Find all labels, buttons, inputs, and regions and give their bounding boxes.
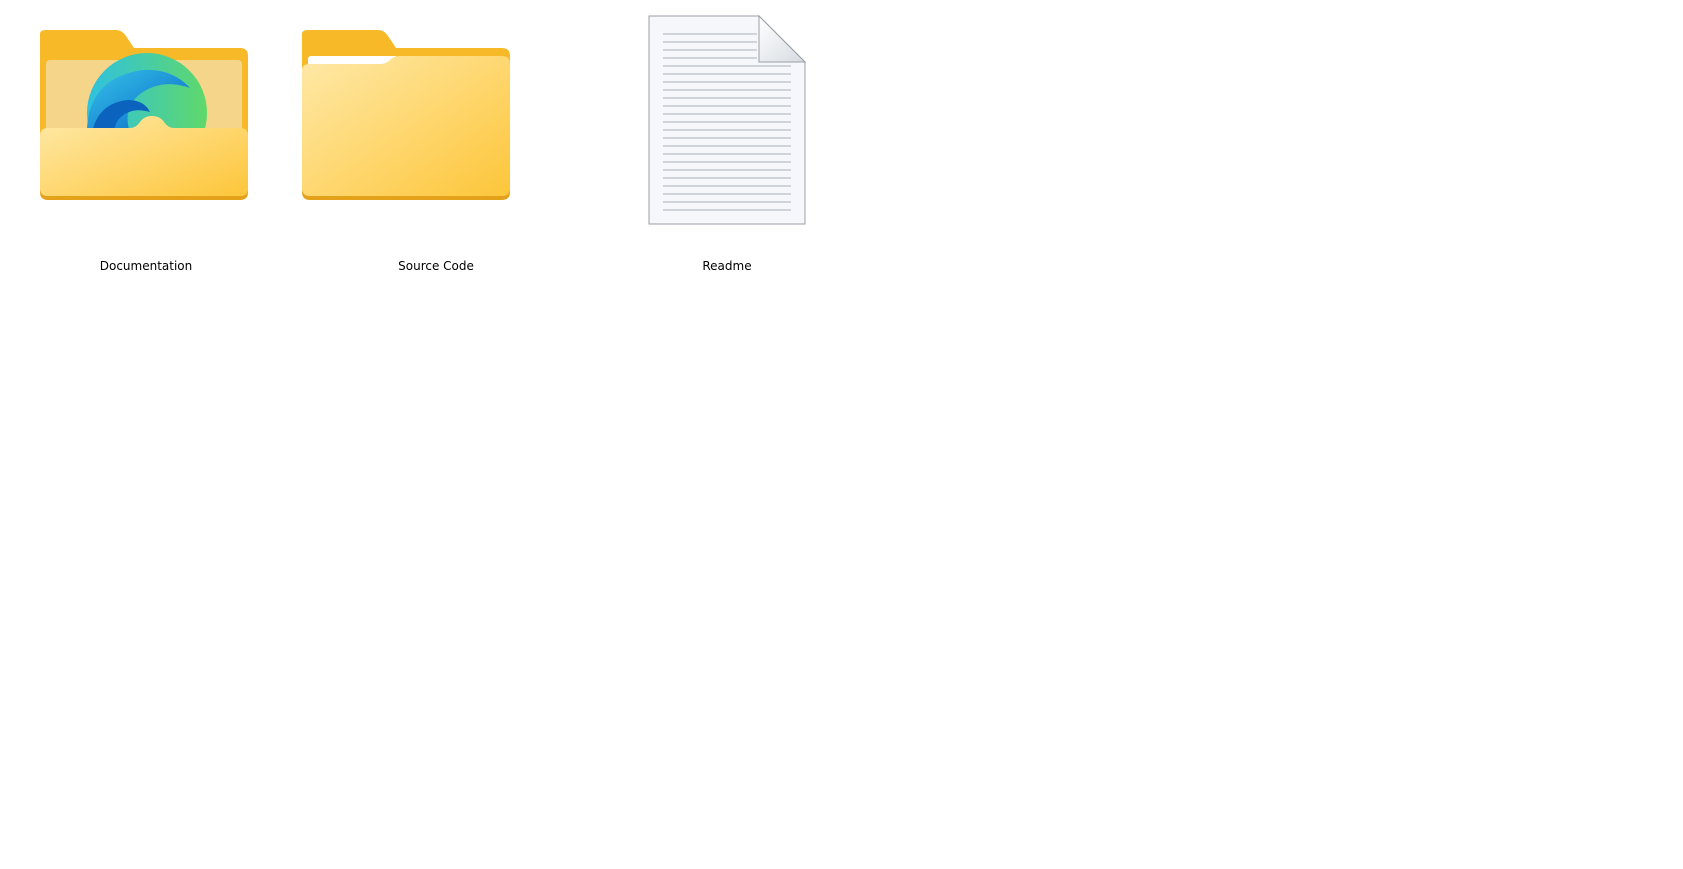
text-document-icon — [593, 8, 861, 248]
folder-source-code[interactable]: Source Code — [302, 8, 570, 278]
file-label: Documentation — [99, 259, 193, 273]
folder-with-documents-icon — [302, 8, 570, 248]
desktop-view: Documentation Source Code Readme — [0, 0, 1683, 869]
file-label: Readme — [702, 259, 752, 273]
folder-with-edge-icon — [12, 8, 280, 248]
file-readme[interactable]: Readme — [593, 8, 861, 278]
folder-documentation[interactable]: Documentation — [12, 8, 280, 278]
file-label: Source Code — [398, 259, 474, 273]
